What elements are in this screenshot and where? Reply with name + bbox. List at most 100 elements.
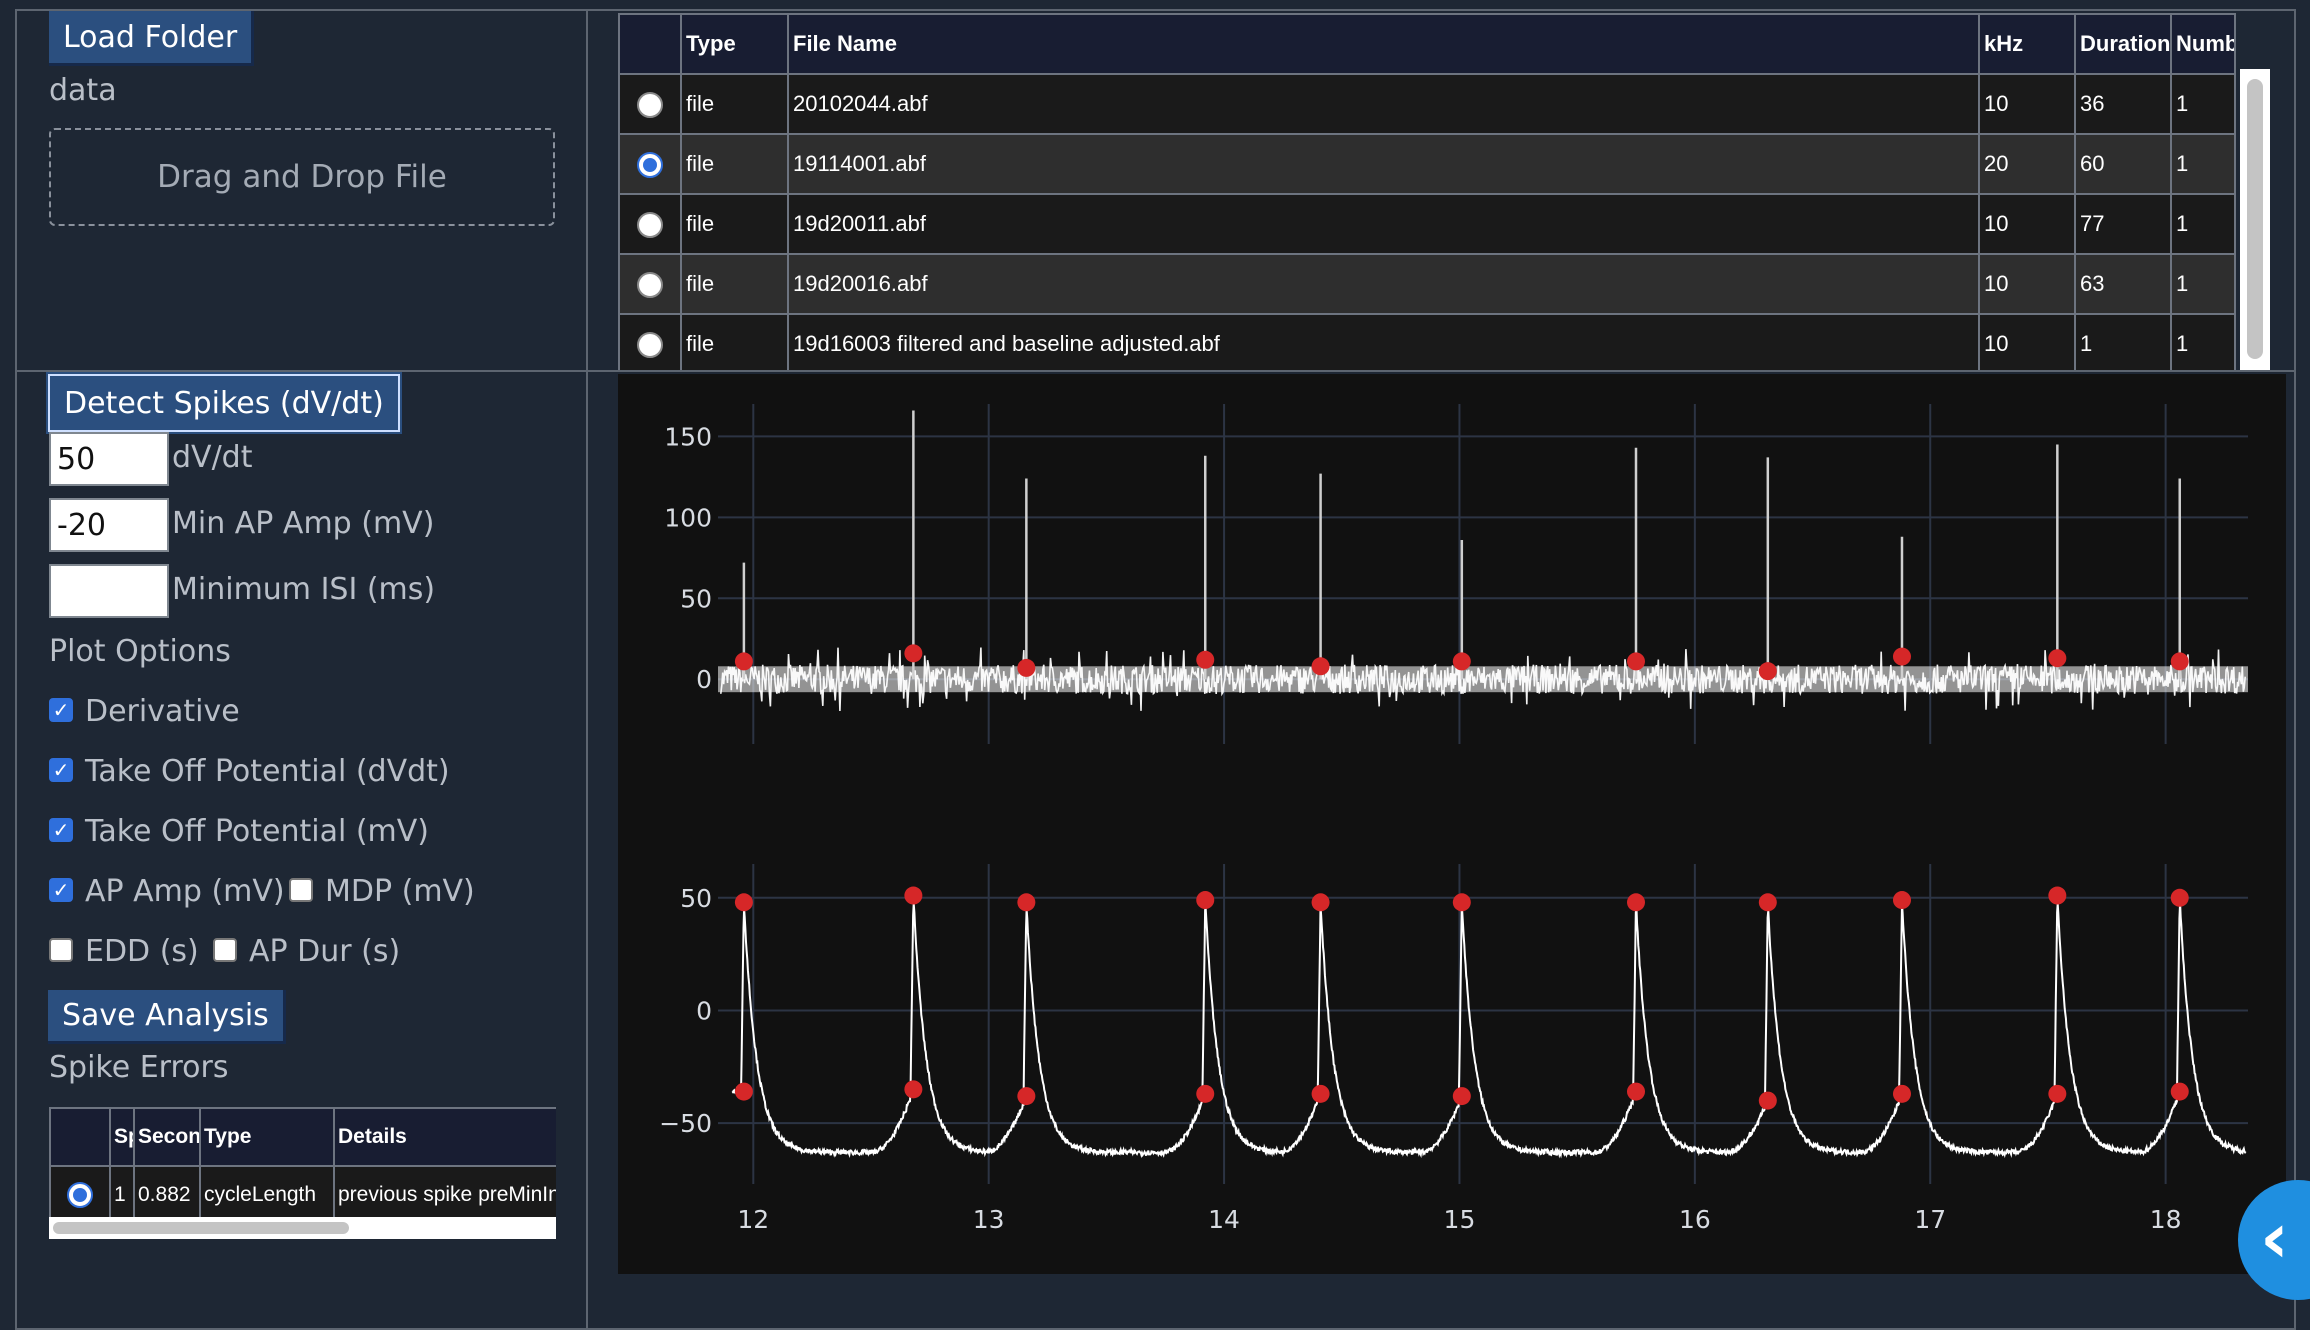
- ap-dur-checkbox[interactable]: ✓: [213, 938, 237, 962]
- x-tick-label: 13: [973, 1205, 1005, 1234]
- cell-file-name: 19d20011.abf: [787, 193, 1980, 255]
- peak-marker: [1017, 893, 1036, 912]
- col-select: [618, 13, 682, 75]
- cell-seconds: 0.882: [133, 1165, 201, 1217]
- scrollbar-thumb[interactable]: [53, 1222, 349, 1234]
- takeoff-dvdt-label: Take Off Potential (dVdt): [85, 754, 450, 789]
- chevron-left-icon: ‹: [2260, 1197, 2289, 1279]
- row-radio[interactable]: [637, 331, 663, 358]
- takeoff-mv-marker: [1892, 1084, 1911, 1103]
- x-tick-label: 14: [1208, 1205, 1240, 1234]
- col-duration[interactable]: Duration: [2074, 13, 2172, 75]
- cell-khz: 10: [1978, 313, 2076, 373]
- spike-errors-table: Spike Seconds Type Details 1 0.882 cycle…: [49, 1107, 556, 1217]
- dvdt-label: dV/dt: [172, 440, 253, 475]
- y-tick-label: 0: [696, 996, 712, 1025]
- min-ap-amp-input[interactable]: [49, 498, 169, 552]
- x-tick-label: 18: [2150, 1205, 2182, 1234]
- spike-plots[interactable]: 0 50 100 150 −50 0 50 12 13 14 15 16 17 18: [618, 374, 2286, 1274]
- mdp-label: MDP (mV): [325, 874, 475, 909]
- cell-number: 1: [2170, 253, 2236, 315]
- detect-spikes-button[interactable]: Detect Spikes (dV/dt): [48, 374, 400, 432]
- drop-zone[interactable]: Drag and Drop File: [49, 128, 555, 226]
- cell-file-name: 19d20016.abf: [787, 253, 1980, 315]
- col-seconds[interactable]: Seconds: [133, 1107, 201, 1167]
- table-row[interactable]: file 19d20011.abf 10 77 1: [618, 193, 2236, 255]
- cell-type: file: [680, 73, 789, 135]
- error-table-scrollbar[interactable]: [49, 1217, 556, 1239]
- col-spike[interactable]: Spike: [109, 1107, 135, 1167]
- col-number[interactable]: Numb: [2170, 13, 2236, 75]
- file-list-panel: Type File Name kHz Duration Numb file 20…: [586, 9, 2296, 373]
- cell-duration: 60: [2074, 133, 2172, 195]
- load-folder-button[interactable]: Load Folder: [49, 11, 255, 66]
- row-radio[interactable]: [637, 211, 663, 238]
- mdp-checkbox[interactable]: ✓: [289, 878, 313, 902]
- takeoff-dvdt-marker: [1627, 652, 1645, 671]
- cell-type: cycleLength: [199, 1165, 335, 1217]
- plot-panel: 0 50 100 150 −50 0 50 12 13 14 15 16 17 18: [586, 370, 2296, 1330]
- cell-type: file: [680, 193, 789, 255]
- error-table-header: Spike Seconds Type Details: [49, 1107, 556, 1167]
- peak-marker: [1311, 893, 1330, 912]
- peak-marker: [904, 886, 923, 905]
- y-tick-label: −50: [659, 1109, 712, 1138]
- takeoff-dvdt-marker: [904, 644, 923, 663]
- table-row[interactable]: file 20102044.abf 10 36 1: [618, 73, 2236, 135]
- cell-type: file: [680, 133, 789, 195]
- col-details[interactable]: Details: [333, 1107, 556, 1167]
- table-row[interactable]: file 19d20016.abf 10 63 1: [618, 253, 2236, 315]
- scrollbar-thumb[interactable]: [2247, 79, 2263, 359]
- y-tick-label: 0: [696, 665, 712, 694]
- peak-marker: [1627, 893, 1645, 912]
- peak-marker: [734, 893, 753, 912]
- col-select: [49, 1107, 111, 1167]
- peak-marker: [1892, 891, 1911, 910]
- takeoff-dvdt-marker: [1311, 657, 1330, 676]
- spike-errors-heading: Spike Errors: [49, 1050, 229, 1085]
- drop-zone-label: Drag and Drop File: [157, 159, 447, 195]
- col-type[interactable]: Type: [199, 1107, 335, 1167]
- takeoff-mv-marker: [1311, 1084, 1330, 1103]
- cell-file-name: 20102044.abf: [787, 73, 1980, 135]
- save-analysis-button[interactable]: Save Analysis: [48, 990, 286, 1044]
- cell-number: 1: [2170, 73, 2236, 135]
- table-row[interactable]: 1 0.882 cycleLength previous spike preMi…: [49, 1165, 556, 1217]
- cell-number: 1: [2170, 133, 2236, 195]
- takeoff-dvdt-marker: [1758, 662, 1777, 681]
- table-row[interactable]: file 19d16003 filtered and baseline adju…: [618, 313, 2236, 373]
- takeoff-mv-marker: [1452, 1087, 1471, 1106]
- dvdt-threshold-input[interactable]: [49, 432, 169, 486]
- derivative-checkbox[interactable]: ✓: [49, 698, 73, 722]
- row-radio[interactable]: [637, 271, 663, 298]
- file-table-scrollbar[interactable]: [2240, 69, 2270, 373]
- row-radio[interactable]: [637, 91, 663, 118]
- file-table-header: Type File Name kHz Duration Numb: [618, 13, 2236, 75]
- takeoff-mv-marker: [1196, 1084, 1215, 1103]
- peak-marker: [2170, 888, 2189, 907]
- row-radio[interactable]: [637, 151, 663, 178]
- takeoff-dvdt-marker: [2048, 649, 2067, 668]
- col-file-name[interactable]: File Name: [787, 13, 1980, 75]
- plot-options-heading: Plot Options: [49, 634, 231, 669]
- takeoff-dvdt-marker: [734, 652, 753, 671]
- takeoff-dvdt-checkbox[interactable]: ✓: [49, 758, 73, 782]
- min-isi-input[interactable]: [49, 564, 169, 618]
- x-tick-label: 17: [1914, 1205, 1946, 1234]
- col-type[interactable]: Type: [680, 13, 789, 75]
- cell-khz: 20: [1978, 133, 2076, 195]
- cell-type: file: [680, 313, 789, 373]
- row-radio[interactable]: [67, 1182, 93, 1208]
- edd-checkbox[interactable]: ✓: [49, 938, 73, 962]
- table-row[interactable]: file 19114001.abf 20 60 1: [618, 133, 2236, 195]
- derivative-label: Derivative: [85, 694, 240, 729]
- peak-marker: [2048, 886, 2067, 905]
- takeoff-mv-checkbox[interactable]: ✓: [49, 818, 73, 842]
- cell-khz: 10: [1978, 253, 2076, 315]
- ap-amp-checkbox[interactable]: ✓: [49, 878, 73, 902]
- col-khz[interactable]: kHz: [1978, 13, 2076, 75]
- takeoff-dvdt-marker: [2170, 652, 2189, 671]
- takeoff-mv-marker: [1627, 1082, 1645, 1101]
- cell-number: 1: [2170, 193, 2236, 255]
- cell-duration: 1: [2074, 313, 2172, 373]
